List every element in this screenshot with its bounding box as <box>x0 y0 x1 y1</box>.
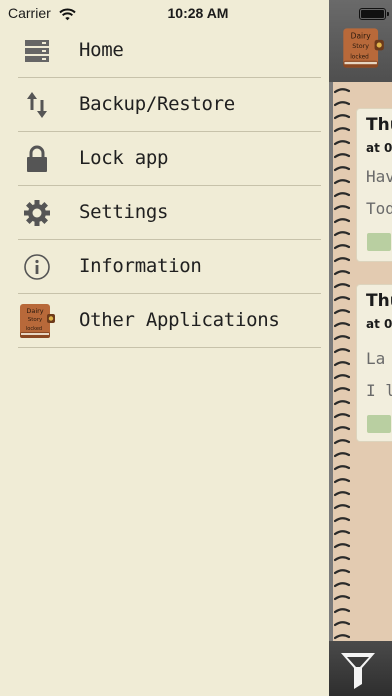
svg-text:locked: locked <box>26 326 42 332</box>
binding-ring <box>334 231 350 237</box>
menu-item-backup-restore[interactable]: Backup/Restore <box>0 78 321 132</box>
binding-ring <box>334 101 350 107</box>
binding-ring <box>334 257 350 263</box>
divider <box>18 347 321 348</box>
entry-text-line: Hav <box>366 167 392 186</box>
binding-ring <box>334 166 350 172</box>
menu-item-settings[interactable]: Settings <box>0 186 321 240</box>
binding-ring <box>334 621 350 627</box>
menu-label-lock-app: Lock app <box>79 147 169 169</box>
entry-text-line: I lo <box>366 381 392 400</box>
menu-label-other-applications: Other Applications <box>79 309 280 331</box>
binding-ring <box>334 361 350 367</box>
entry-day: Thu <box>366 115 392 135</box>
menu-item-other-applications[interactable]: Dairy Story locked Other Applications <box>0 294 321 348</box>
binding-ring <box>334 543 350 549</box>
menu-label-settings: Settings <box>79 201 169 223</box>
binding-ring <box>334 608 350 614</box>
padlock-icon <box>22 144 52 174</box>
entry-text-line: La <box>366 349 386 368</box>
binding-ring <box>334 491 350 497</box>
binding-ring <box>334 556 350 562</box>
binding-ring <box>334 465 350 471</box>
binding-ring <box>334 530 350 536</box>
svg-text:Dairy: Dairy <box>26 307 43 315</box>
binding-ring <box>334 283 350 289</box>
diary-entry-card[interactable]: Thu at 0 Hav Tod <box>356 108 392 262</box>
binding-ring <box>334 114 350 120</box>
binding-ring <box>334 205 350 211</box>
binding-ring <box>334 387 350 393</box>
battery-icon <box>359 8 389 20</box>
binding-ring <box>334 426 350 432</box>
menu-item-lock-app[interactable]: Lock app <box>0 132 321 186</box>
entry-text-line: Tod <box>366 199 392 218</box>
binding-ring <box>334 478 350 484</box>
gear-icon <box>22 198 52 228</box>
server-stack-icon <box>22 36 52 66</box>
binding-ring <box>334 517 350 523</box>
menu-item-home[interactable]: Home <box>0 24 321 78</box>
binding-ring <box>334 582 350 588</box>
binding-ring <box>334 569 350 575</box>
folder-icon <box>367 233 391 251</box>
binding-ring <box>334 218 350 224</box>
binding-ring <box>334 452 350 458</box>
binding-ring <box>334 413 350 419</box>
entry-time: at 0 <box>366 317 392 331</box>
binding-ring <box>334 140 350 146</box>
diary-entry-card[interactable]: Thu at 0 La I lo <box>356 284 392 442</box>
notebook-spine <box>329 0 333 696</box>
binding-ring <box>334 270 350 276</box>
menu-label-information: Information <box>79 255 202 277</box>
menu-label-backup-restore: Backup/Restore <box>79 93 235 115</box>
binding-ring <box>334 127 350 133</box>
svg-text:locked: locked <box>350 54 369 60</box>
diary-book-icon: Dairy Story locked <box>18 302 56 340</box>
binding-ring <box>334 439 350 445</box>
binding-ring <box>334 192 350 198</box>
entry-time: at 0 <box>366 141 392 155</box>
up-down-arrows-icon <box>22 90 52 120</box>
filter-funnel-icon[interactable] <box>338 648 378 694</box>
binding-ring <box>334 348 350 354</box>
svg-text:Story: Story <box>28 317 43 323</box>
info-circle-icon <box>22 252 52 282</box>
binding-ring <box>334 322 350 328</box>
binding-ring <box>334 504 350 510</box>
entry-day: Thu <box>366 291 392 311</box>
binding-ring <box>334 296 350 302</box>
binding-ring <box>334 309 350 315</box>
binding-ring <box>334 374 350 380</box>
folder-icon <box>367 415 391 433</box>
binding-ring <box>334 153 350 159</box>
binding-ring <box>334 179 350 185</box>
binding-ring <box>334 88 350 94</box>
clock: 10:28 AM <box>167 5 229 21</box>
binding-ring <box>334 335 350 341</box>
side-menu: Home Backup/Restore Lock app Settings In… <box>0 24 321 348</box>
menu-item-information[interactable]: Information <box>0 240 321 294</box>
binding-ring <box>334 244 350 250</box>
diary-book-icon[interactable]: Dairy Story locked <box>341 26 385 74</box>
svg-text:Story: Story <box>352 43 369 50</box>
notebook-panel[interactable]: Thu at 0 Hav Tod Thu at 0 La I lo Dairy … <box>329 0 392 696</box>
svg-text:Dairy: Dairy <box>351 32 372 41</box>
status-bar: Carrier 10:28 AM <box>0 0 392 28</box>
binding-ring <box>334 634 350 640</box>
menu-label-home: Home <box>79 39 124 61</box>
binding-ring <box>334 595 350 601</box>
binding-ring <box>334 400 350 406</box>
